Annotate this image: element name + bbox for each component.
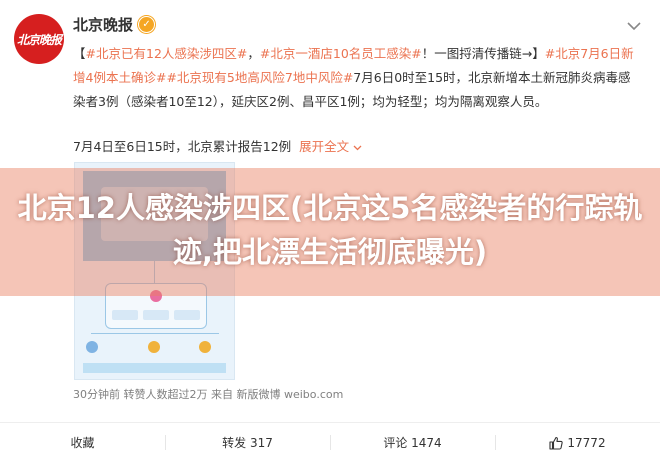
user-name[interactable]: 北京晚报 ✓ [73,14,156,35]
post-text-mid: ！一图捋清传播链→】 [421,46,545,61]
separator: ， [247,46,260,61]
expand-label: 展开全文 [299,139,350,154]
expand-full-text-link[interactable]: 展开全文 [299,139,362,154]
topic-link-risk-areas[interactable]: #北京现有5地高风险7地中风险# [166,70,353,85]
repost-label: 转发 317 [222,436,273,450]
infographic-label [112,310,138,320]
infographic-node [148,341,160,353]
post-meta: 30分钟前 转赞人数超过2万 来自 新版微博 weibo.com [73,388,344,401]
post-sub-line: 7月4日至6日15时，北京累计报告12例 展开全文 [73,136,362,155]
infographic-label [143,310,169,320]
action-bar: 收藏 转发 317 评论 1474 17772 [0,422,660,462]
bracket-open: 【 [73,46,86,61]
infographic-node [86,341,98,353]
infographic-footer-block [83,363,226,373]
repost-button[interactable]: 转发 317 [165,423,330,462]
cumulative-report-text: 7月4日至6日15时，北京累计报告12例 [73,139,292,154]
infographic-node [199,341,211,353]
verified-badge-icon: ✓ [138,16,156,33]
like-button[interactable]: 17772 [495,423,660,462]
user-name-label: 北京晚报 [73,16,134,34]
chevron-down-icon[interactable] [626,18,642,34]
infographic-label [174,310,200,320]
thumbs-up-icon [549,436,564,450]
topic-link-12-infected[interactable]: #北京已有12人感染涉四区# [86,46,248,61]
post-text: 【#北京已有12人感染涉四区#，#北京一酒店10名员工感染#！一图捋清传播链→】… [73,42,638,114]
avatar[interactable]: 北京晚报 [14,14,64,64]
infographic-connector [91,333,219,334]
headline-overlay-text: 北京12人感染涉四区(北京这5名感染者的行踪轨迹,把北漂生活彻底曝光) [17,191,643,269]
topic-link-hotel-staff[interactable]: #北京一酒店10名员工感染# [260,46,422,61]
favorite-label: 收藏 [70,436,95,450]
comment-label: 评论 1474 [383,436,442,450]
avatar-logo-text: 北京晚报 [16,32,62,47]
like-count: 17772 [567,435,606,450]
chevron-down-icon [353,145,362,151]
comment-button[interactable]: 评论 1474 [330,423,495,462]
favorite-button[interactable]: 收藏 [0,423,165,462]
weibo-post-card: 北京晚报 北京晚报 ✓ 【#北京已有12人感染涉四区#，#北京一酒店10名员工感… [0,0,660,461]
